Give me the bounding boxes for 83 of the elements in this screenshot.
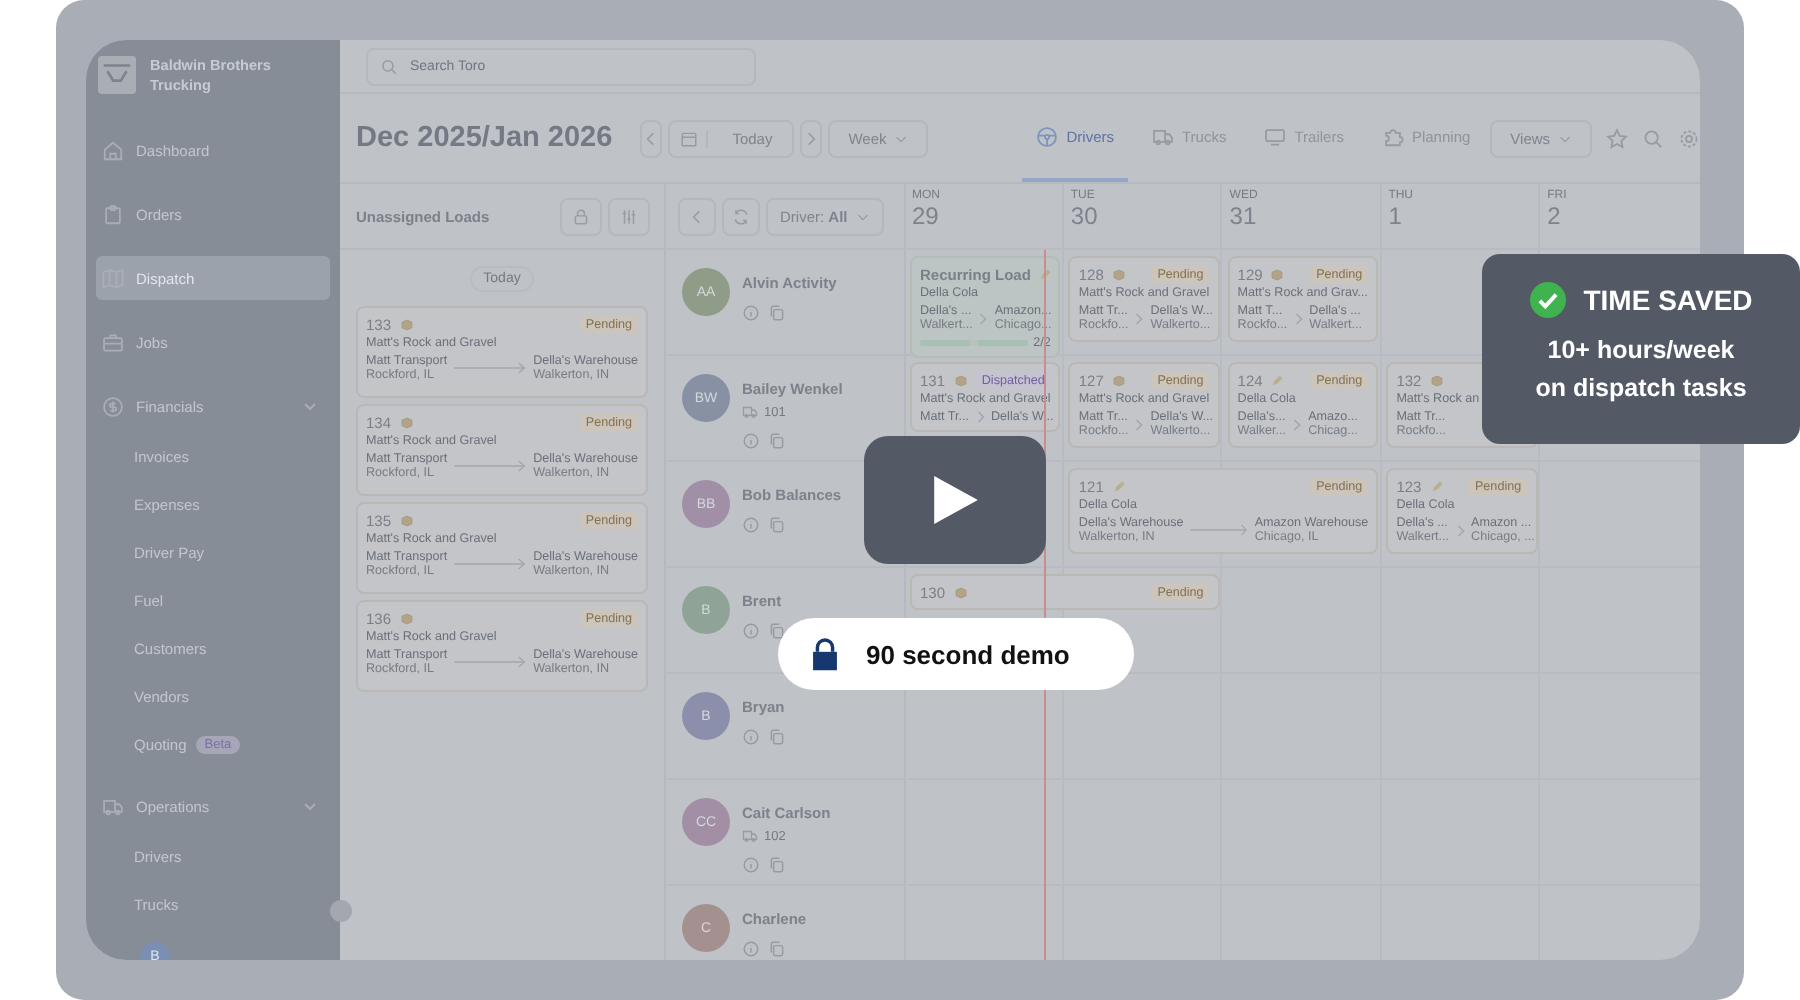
info-icon[interactable] [742, 516, 760, 534]
search-icon [380, 57, 398, 75]
copy-icon[interactable] [768, 432, 786, 450]
refresh-button[interactable] [722, 198, 760, 236]
previous-button[interactable] [640, 119, 663, 157]
package-icon [399, 317, 414, 331]
filter-button[interactable] [608, 197, 650, 235]
package-icon [953, 373, 968, 387]
collapse-button[interactable] [330, 900, 352, 922]
copy-icon[interactable] [768, 728, 786, 746]
arrow-icon [453, 362, 528, 374]
star-icon[interactable] [1606, 127, 1629, 149]
briefcase-icon [102, 331, 124, 353]
package-icon [1429, 373, 1444, 387]
lock-icon [572, 207, 590, 225]
info-icon[interactable] [742, 432, 760, 450]
demo-label: 90 second demo [866, 639, 1070, 669]
pencil-icon [1270, 373, 1285, 387]
chevron-right-icon [1134, 417, 1145, 431]
package-icon [399, 513, 414, 527]
pencil-icon [1111, 479, 1126, 493]
steering-wheel-icon [1036, 125, 1059, 147]
date-number: 31 [1229, 202, 1259, 230]
chevron-right-icon [1455, 523, 1466, 537]
package-icon [1270, 267, 1285, 281]
puzzle-icon [1381, 125, 1404, 147]
pencil-icon [1429, 479, 1444, 493]
info-icon[interactable] [742, 622, 760, 640]
package-icon [1111, 373, 1126, 387]
calendar-icon [680, 129, 709, 147]
chevron-right-icon [1293, 311, 1304, 325]
info-icon[interactable] [742, 856, 760, 874]
chevron-down-icon [1558, 131, 1573, 145]
copy-icon[interactable] [768, 516, 786, 534]
page-title: Dec 2025/Jan 2026 [356, 122, 613, 154]
chevron-right-icon [1134, 311, 1145, 325]
chevron-right-icon [1292, 417, 1303, 431]
refresh-icon [732, 208, 750, 226]
logo-icon [98, 56, 136, 94]
info-icon[interactable] [742, 304, 760, 322]
lock-button[interactable] [560, 197, 602, 235]
callout-text: on dispatch tasks [1535, 372, 1747, 406]
chevron-right-icon [978, 311, 989, 325]
check-icon [1529, 282, 1566, 318]
dollar-icon [102, 395, 124, 417]
chevron-down-icon [855, 210, 870, 224]
copy-icon[interactable] [768, 304, 786, 322]
collapse-panel-button[interactable] [678, 198, 716, 236]
info-icon[interactable] [742, 728, 760, 746]
home-icon [102, 139, 124, 161]
truck-icon [102, 795, 124, 817]
settings-icon[interactable] [1678, 127, 1700, 149]
play-icon [933, 476, 977, 524]
copy-icon[interactable] [768, 940, 786, 958]
callout-text: 10+ hours/week [1547, 334, 1735, 368]
package-icon [399, 415, 414, 429]
clipboard-icon [102, 203, 124, 225]
truck-icon [742, 828, 758, 844]
lock-icon [812, 636, 838, 672]
next-button[interactable] [800, 119, 823, 157]
search-icon[interactable] [1642, 127, 1665, 149]
package-icon [399, 611, 414, 625]
truck-icon [1152, 125, 1174, 147]
package-icon [953, 585, 968, 599]
date-number: 29 [912, 202, 941, 230]
truck-icon [742, 404, 758, 420]
play-button[interactable] [864, 436, 1046, 564]
copy-icon[interactable] [768, 856, 786, 874]
demo-pill[interactable]: 90 second demo [778, 618, 1134, 690]
package-icon [1111, 267, 1126, 281]
sliders-icon [620, 207, 638, 225]
arrow-icon [1189, 524, 1249, 536]
chevron-down-icon [894, 131, 909, 145]
date-number: 1 [1388, 202, 1404, 230]
arrow-icon [453, 460, 528, 472]
callout-title: TIME SAVED [1583, 284, 1753, 316]
arrow-icon [453, 656, 528, 668]
arrow-icon [453, 558, 528, 570]
info-icon[interactable] [742, 940, 760, 958]
chevron-right-icon [975, 409, 985, 424]
copy-icon[interactable] [768, 622, 786, 640]
date-number: 2 [1547, 202, 1563, 230]
date-number: 30 [1070, 202, 1100, 230]
